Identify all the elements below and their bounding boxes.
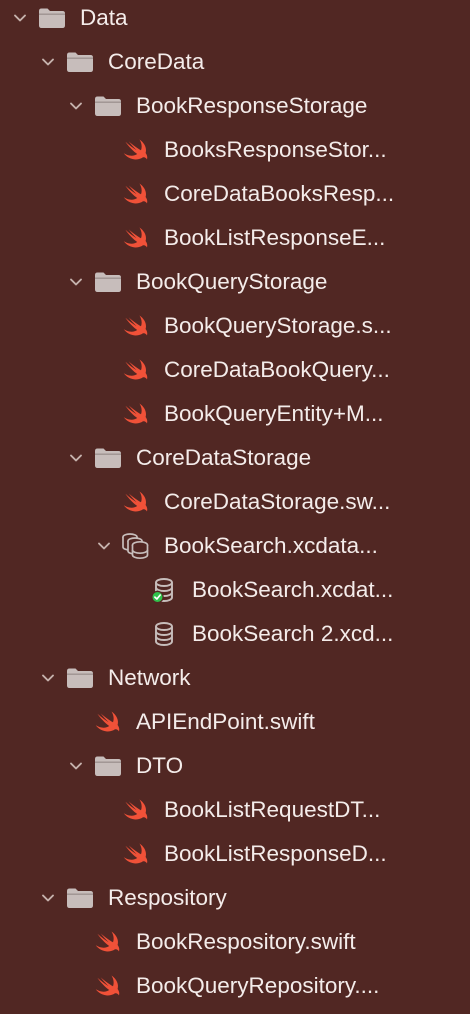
chevron-down-icon[interactable]: [68, 450, 84, 466]
swift-file-icon: [120, 134, 152, 166]
chevron-down-icon[interactable]: [68, 98, 84, 114]
file-label: BookSearch.xcdat...: [192, 577, 394, 602]
file-label: BooksResponseStor...: [164, 137, 387, 162]
file-label: BookQueryStorage.s...: [164, 313, 392, 338]
file-row-booksearch-xcdat[interactable]: BookSearch.xcdat...: [0, 568, 470, 612]
file-row-booksearch-2-xcd[interactable]: BookSearch 2.xcd...: [0, 612, 470, 656]
folder-label: BookResponseStorage: [136, 93, 368, 118]
folder-row-network[interactable]: Network: [0, 656, 470, 700]
file-label: CoreDataBooksResp...: [164, 181, 395, 206]
folder-row-bookquerystorage[interactable]: BookQueryStorage: [0, 260, 470, 304]
folder-icon: [36, 2, 68, 34]
swift-file-icon: [120, 838, 152, 870]
file-label: BookListResponseE...: [164, 225, 386, 250]
swift-file-icon: [92, 926, 124, 958]
chevron-down-icon[interactable]: [68, 274, 84, 290]
database-current-version-icon: [148, 574, 180, 606]
folder-row-coredata[interactable]: CoreData: [0, 40, 470, 84]
file-row-bookquerystorage-s[interactable]: BookQueryStorage.s...: [0, 304, 470, 348]
file-label: BookSearch 2.xcd...: [192, 621, 394, 646]
swift-file-icon: [120, 178, 152, 210]
swift-file-icon: [120, 794, 152, 826]
file-label: BookQueryEntity+M...: [164, 401, 384, 426]
core-data-model-icon: [120, 530, 152, 562]
file-row-booksresponsestor[interactable]: BooksResponseStor...: [0, 128, 470, 172]
folder-icon: [64, 46, 96, 78]
folder-label: DTO: [136, 753, 184, 778]
file-row-bookqueryrepository[interactable]: BookQueryRepository....: [0, 964, 470, 1008]
file-row-coredatastorage-sw[interactable]: CoreDataStorage.sw...: [0, 480, 470, 524]
file-label: BookQueryRepository....: [136, 973, 380, 998]
file-row-bookqueryentity-m[interactable]: BookQueryEntity+M...: [0, 392, 470, 436]
chevron-down-icon[interactable]: [12, 10, 28, 26]
swift-file-icon: [92, 970, 124, 1002]
folder-icon: [92, 90, 124, 122]
folder-icon: [64, 882, 96, 914]
folder-label: Respository: [108, 885, 227, 910]
folder-row-respository[interactable]: Respository: [0, 876, 470, 920]
folder-icon: [92, 442, 124, 474]
folder-row-bookresponsestorage[interactable]: BookResponseStorage: [0, 84, 470, 128]
chevron-down-icon[interactable]: [40, 890, 56, 906]
folder-label: CoreDataStorage: [136, 445, 312, 470]
file-row-booklistresponsee[interactable]: BookListResponseE...: [0, 216, 470, 260]
folder-row-data[interactable]: Data: [0, 0, 470, 40]
chevron-down-icon[interactable]: [96, 538, 112, 554]
folder-label: CoreData: [108, 49, 205, 74]
file-row-booklistresponsed[interactable]: BookListResponseD...: [0, 832, 470, 876]
file-label: BookListResponseD...: [164, 841, 387, 866]
file-row-bookrespository-swift[interactable]: BookRespository.swift: [0, 920, 470, 964]
folder-label: Data: [80, 5, 128, 30]
swift-file-icon: [120, 486, 152, 518]
database-icon: [148, 618, 180, 650]
file-label: CoreDataBookQuery...: [164, 357, 390, 382]
file-label: BookSearch.xcdata...: [164, 533, 378, 558]
folder-label: BookQueryStorage: [136, 269, 328, 294]
file-row-booklistrequestdt[interactable]: BookListRequestDT...: [0, 788, 470, 832]
chevron-down-icon[interactable]: [68, 758, 84, 774]
file-label: CoreDataStorage.sw...: [164, 489, 391, 514]
folder-label: Network: [108, 665, 191, 690]
chevron-down-icon[interactable]: [40, 54, 56, 70]
swift-file-icon: [120, 310, 152, 342]
file-row-coredatabookquery[interactable]: CoreDataBookQuery...: [0, 348, 470, 392]
swift-file-icon: [120, 222, 152, 254]
project-navigator: Data CoreData BookResponseStorage BooksResp…: [0, 0, 470, 1014]
file-row-coredatabooksresp[interactable]: CoreDataBooksResp...: [0, 172, 470, 216]
file-label: BookRespository.swift: [136, 929, 356, 954]
file-row-booksearch-xcdata[interactable]: BookSearch.xcdata...: [0, 524, 470, 568]
file-label: BookListRequestDT...: [164, 797, 381, 822]
folder-icon: [64, 662, 96, 694]
folder-icon: [92, 750, 124, 782]
swift-file-icon: [120, 354, 152, 386]
file-label: APIEndPoint.swift: [136, 709, 315, 734]
swift-file-icon: [120, 398, 152, 430]
folder-icon: [92, 266, 124, 298]
swift-file-icon: [92, 706, 124, 738]
chevron-down-icon[interactable]: [40, 670, 56, 686]
folder-row-dto[interactable]: DTO: [0, 744, 470, 788]
folder-row-coredatastorage[interactable]: CoreDataStorage: [0, 436, 470, 480]
file-row-apiendpoint-swift[interactable]: APIEndPoint.swift: [0, 700, 470, 744]
